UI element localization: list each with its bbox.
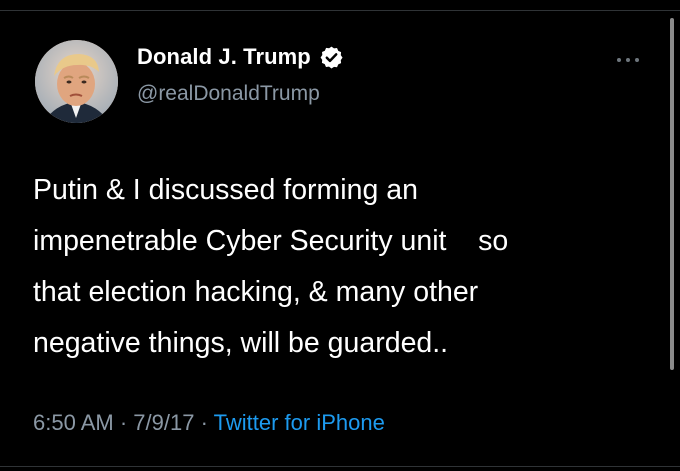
tweet-line: Putin & I discussed forming an bbox=[33, 174, 418, 206]
verified-badge-icon bbox=[320, 46, 343, 68]
bottom-divider bbox=[0, 466, 680, 467]
tweet-time[interactable]: 6:50 AM bbox=[33, 410, 114, 435]
author-handle[interactable]: @realDonaldTrump bbox=[137, 82, 320, 106]
tweet-text: Putin & I discussed forming an impenetra… bbox=[33, 165, 653, 369]
tweet-line: impenetrable Cyber Security unit so bbox=[33, 225, 509, 257]
tweet-source-link[interactable]: Twitter for iPhone bbox=[214, 410, 385, 435]
meta-separator: · bbox=[200, 410, 208, 435]
author-name-row[interactable]: Donald J. Trump bbox=[137, 44, 344, 70]
avatar[interactable] bbox=[35, 40, 118, 123]
top-divider bbox=[0, 10, 680, 11]
meta-separator: · bbox=[119, 410, 128, 435]
scrollbar[interactable] bbox=[670, 18, 674, 370]
author-display-name[interactable]: Donald J. Trump bbox=[137, 44, 311, 70]
tweet-line: negative things, will be guarded.. bbox=[33, 327, 449, 359]
profile-photo-icon bbox=[35, 40, 118, 123]
tweet-line: that election hacking, & many other bbox=[33, 276, 479, 308]
more-horizontal-icon[interactable] bbox=[615, 55, 641, 65]
tweet-date[interactable]: 7/9/17 bbox=[133, 410, 194, 435]
tweet-meta: 6:50 AM · 7/9/17 · Twitter for iPhone bbox=[33, 410, 385, 436]
